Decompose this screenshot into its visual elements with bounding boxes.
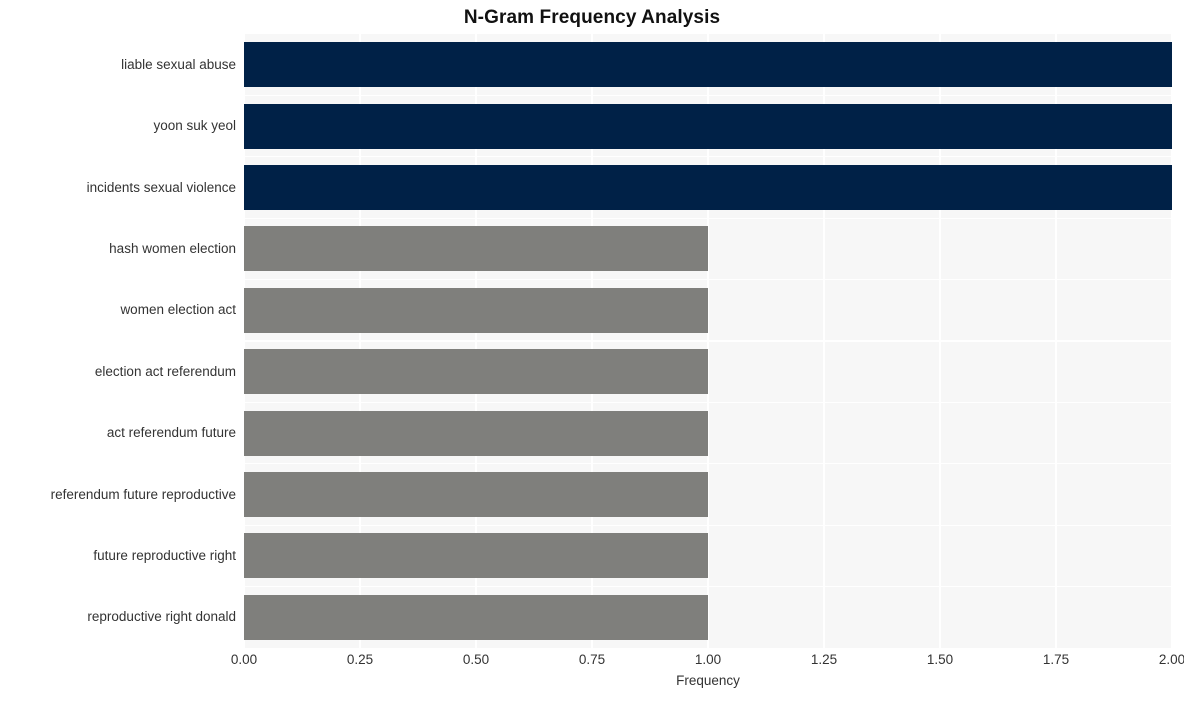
bar[interactable] bbox=[244, 594, 708, 640]
page-title: N-Gram Frequency Analysis bbox=[463, 7, 721, 28]
x-axis-tick-label: 1.00 bbox=[694, 652, 722, 667]
x-axis-tick-label: 1.75 bbox=[1042, 652, 1070, 667]
x-axis-tick-label: 0.75 bbox=[578, 652, 606, 667]
bar[interactable] bbox=[244, 165, 1172, 210]
y-axis-tick-label: liable sexual abuse bbox=[121, 56, 236, 72]
y-axis-tick-label: yoon suk yeol bbox=[153, 118, 236, 134]
chart-figure: N-Gram Frequency Analysis liable sexual … bbox=[0, 0, 1184, 701]
bar[interactable] bbox=[244, 349, 708, 395]
bar[interactable] bbox=[244, 287, 708, 333]
y-axis-tick-labels: liable sexual abuse yoon suk yeol incident… bbox=[0, 34, 244, 648]
bar[interactable] bbox=[244, 410, 708, 456]
bar[interactable] bbox=[244, 472, 708, 517]
x-axis-tick-label: 2.00 bbox=[1158, 652, 1184, 667]
y-axis-tick-label: hash women election bbox=[109, 240, 236, 256]
x-axis-tick-labels: 0.00 0.25 0.50 0.75 1.00 1.25 1.50 1.75 2.00 bbox=[231, 650, 1184, 674]
bar[interactable] bbox=[244, 533, 708, 579]
bar[interactable] bbox=[244, 42, 1172, 88]
y-axis-tick-label: incidents sexual violence bbox=[86, 179, 236, 195]
y-axis-tick-label: election act referendum bbox=[94, 363, 236, 379]
bar[interactable] bbox=[244, 226, 708, 272]
x-axis-tick-label: 0.50 bbox=[462, 652, 490, 667]
y-axis-tick-label: referendum future reproductive bbox=[50, 486, 236, 502]
y-axis-tick-label: reproductive right donald bbox=[87, 609, 236, 625]
y-axis-tick-label: future reproductive right bbox=[93, 547, 236, 563]
plot-area bbox=[244, 34, 1172, 648]
x-axis-tick-label: 1.25 bbox=[810, 652, 838, 667]
x-axis-tick-label: 0.00 bbox=[230, 652, 258, 667]
bar[interactable] bbox=[244, 103, 1172, 149]
y-axis-tick-label: women election act bbox=[120, 302, 236, 318]
x-axis-tick-label: 0.25 bbox=[346, 652, 374, 667]
y-axis-tick-label: act referendum future bbox=[106, 425, 236, 441]
x-axis-tick-label: 1.50 bbox=[926, 652, 954, 667]
x-axis-label: Frequency bbox=[676, 673, 740, 688]
